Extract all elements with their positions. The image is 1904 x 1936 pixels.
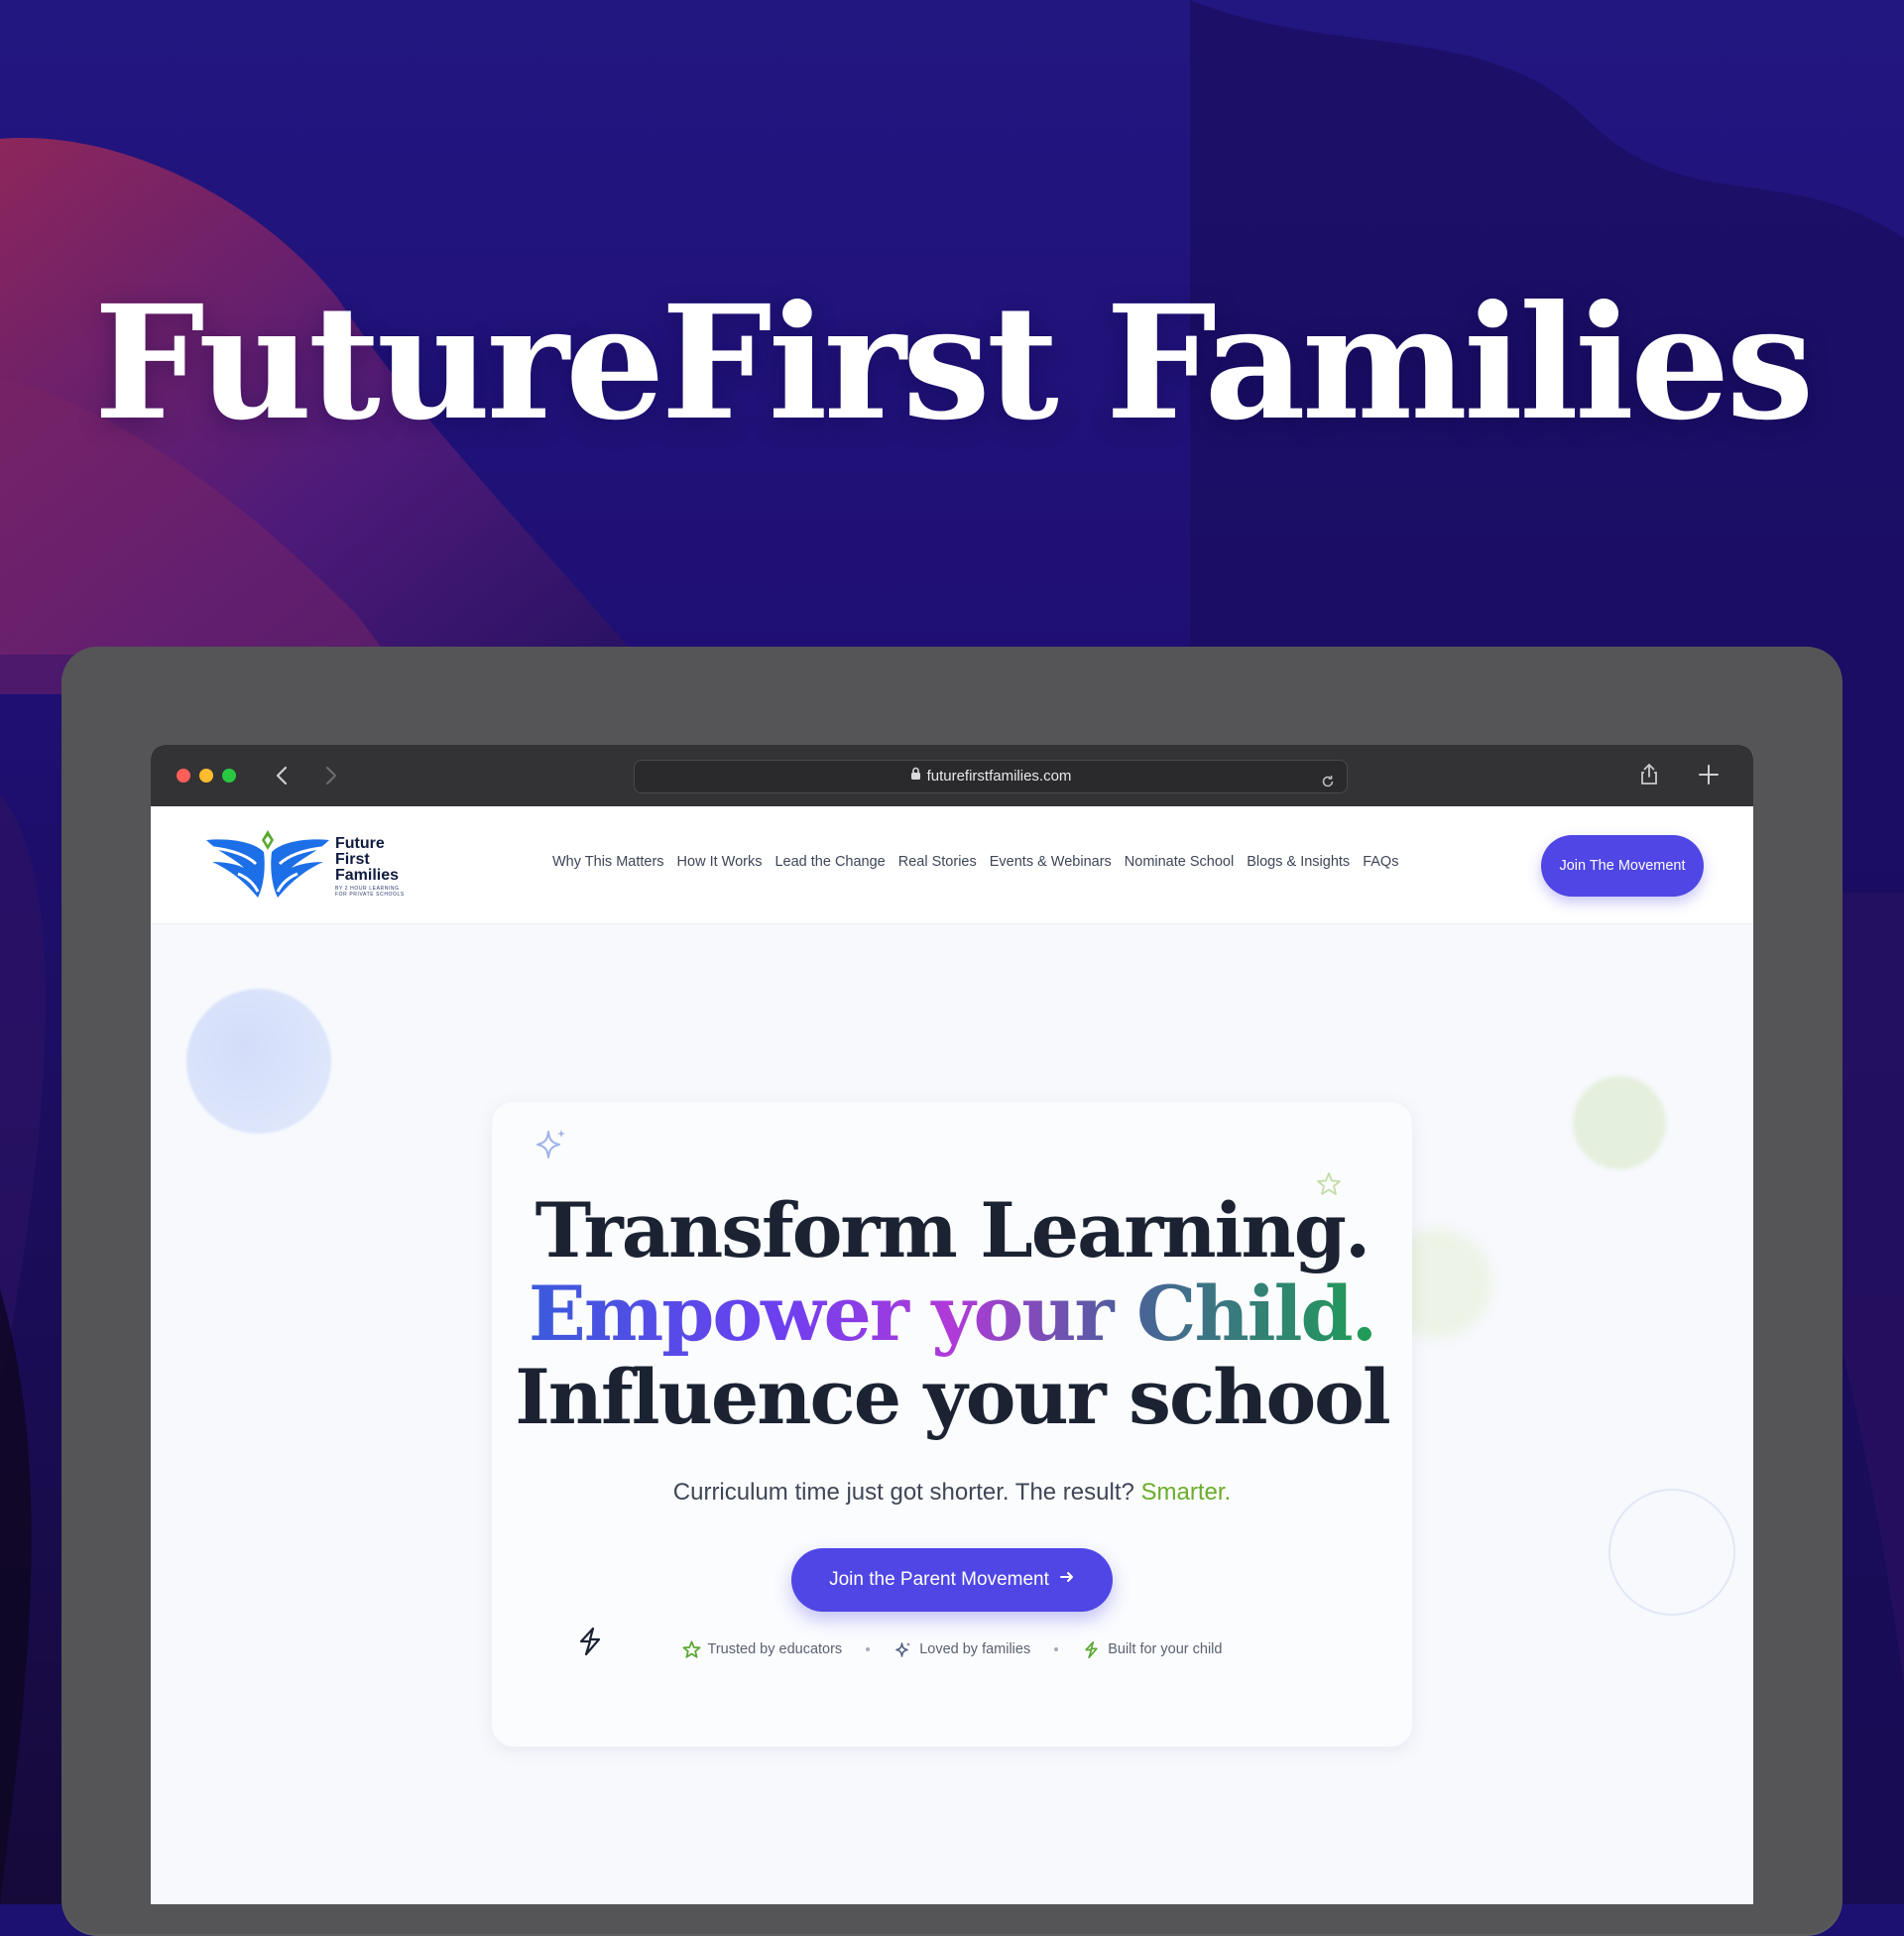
- badge-trusted: Trusted by educators: [682, 1640, 843, 1659]
- address-bar-url: futurefirstfamilies.com: [926, 768, 1072, 785]
- logo-tagline-line2: FOR PRIVATE SCHOOLS: [335, 892, 405, 898]
- nav-lead-the-change[interactable]: Lead the Change: [774, 854, 885, 878]
- nav-real-stories[interactable]: Real Stories: [898, 854, 977, 878]
- join-parent-movement-button[interactable]: Join the Parent Movement: [791, 1548, 1113, 1612]
- badge-trusted-label: Trusted by educators: [707, 1641, 843, 1657]
- bolt-icon: [1085, 1640, 1098, 1658]
- decorative-blob: [186, 989, 331, 1134]
- nav-blogs-insights[interactable]: Blogs & Insights: [1247, 854, 1350, 878]
- site-header: Future First Families BY 2 HOUR LEARNING…: [151, 806, 1753, 924]
- plus-icon[interactable]: [1697, 763, 1721, 790]
- sparkle-icon: [895, 1641, 911, 1657]
- logo-line-families: Families: [335, 867, 400, 884]
- reload-icon[interactable]: [1321, 769, 1335, 800]
- close-window-button[interactable]: [177, 769, 190, 783]
- separator-dot: [866, 1647, 871, 1651]
- badge-built: Built for your child: [1082, 1640, 1222, 1659]
- back-arrow-icon[interactable]: [270, 763, 296, 788]
- hero-headline: Transform Learning. Empower your Child. …: [492, 1189, 1412, 1439]
- browser-toolbar: futurefirstfamilies.com: [151, 745, 1753, 806]
- separator-dot: [1054, 1647, 1059, 1651]
- badge-loved: Loved by families: [893, 1640, 1030, 1659]
- join-the-movement-button[interactable]: Join The Movement: [1541, 835, 1704, 897]
- hero-title: FutureFirst Families: [93, 272, 1815, 455]
- nav-faqs[interactable]: FAQs: [1363, 854, 1398, 878]
- arrow-right-icon: [1059, 1548, 1075, 1612]
- trust-badges: Trusted by educators Loved by families B…: [492, 1637, 1412, 1661]
- nav-nominate-school[interactable]: Nominate School: [1125, 854, 1234, 878]
- star-icon: [682, 1640, 700, 1658]
- wings-logo-icon: [206, 830, 329, 898]
- badge-built-label: Built for your child: [1108, 1641, 1223, 1657]
- headline-line-2: Empower your Child.: [528, 1270, 1377, 1358]
- badge-loved-label: Loved by families: [919, 1641, 1031, 1657]
- logo-wordmark: Future First Families: [335, 836, 399, 884]
- address-bar[interactable]: futurefirstfamilies.com: [634, 760, 1348, 793]
- headline-line-3: Influence your school: [515, 1353, 1391, 1441]
- logo-tagline: BY 2 HOUR LEARNING FOR PRIVATE SCHOOLS: [335, 886, 415, 898]
- share-icon[interactable]: [1638, 763, 1660, 790]
- site-logo[interactable]: Future First Families BY 2 HOUR LEARNING…: [204, 828, 422, 902]
- subline-text: Curriculum time just got shorter. The re…: [672, 1479, 1134, 1506]
- decorative-blob: [1573, 1076, 1666, 1169]
- logo-line-first: First: [335, 851, 370, 868]
- nav-why-this-matters[interactable]: Why This Matters: [552, 854, 664, 878]
- forward-arrow-icon[interactable]: [317, 763, 343, 788]
- minimize-window-button[interactable]: [199, 769, 213, 783]
- nav-events-webinars[interactable]: Events & Webinars: [990, 854, 1112, 878]
- browser-window: futurefirstfamilies.com Future First Fam…: [151, 745, 1753, 1904]
- sparkle-icon: [532, 1126, 569, 1167]
- lock-icon: [910, 761, 921, 792]
- maximize-window-button[interactable]: [222, 769, 236, 783]
- decorative-ring: [1608, 1489, 1735, 1616]
- logo-line-future: Future: [335, 835, 385, 852]
- subline-accent: Smarter.: [1140, 1479, 1232, 1506]
- hero-subline: Curriculum time just got shorter. The re…: [492, 1479, 1412, 1507]
- nav-how-it-works[interactable]: How It Works: [677, 854, 763, 878]
- headline-line-1: Transform Learning.: [535, 1186, 1371, 1274]
- hero-card: Transform Learning. Empower your Child. …: [492, 1102, 1412, 1747]
- main-nav: Why This Matters How It Works Lead the C…: [552, 854, 1411, 878]
- join-parent-movement-label: Join the Parent Movement: [829, 1569, 1049, 1591]
